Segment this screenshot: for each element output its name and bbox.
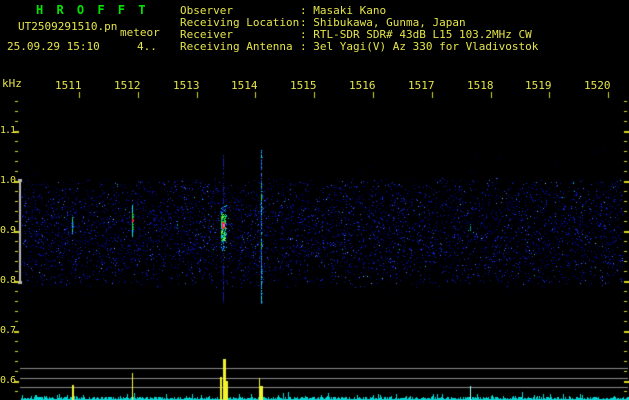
freq-axis-unit-label: kHz — [2, 77, 22, 90]
station-info: Observer: Masaki Kano Receiving Location:… — [0, 0, 629, 60]
hrofft-window: H R O F F T UT2509291510.pn meteor 25.09… — [0, 0, 629, 400]
spectrogram-canvas — [0, 0, 629, 400]
time-axis-label: 1517 — [408, 79, 435, 92]
info-label: Receiving Antenna — [180, 40, 293, 53]
time-axis-label: 1513 — [173, 79, 200, 92]
time-axis-label: 1514 — [231, 79, 258, 92]
time-axis-label: 1518 — [467, 79, 494, 92]
time-axis-label: 1512 — [114, 79, 141, 92]
freq-axis-label: 0.8 — [0, 275, 16, 286]
freq-axis-label: 1.1 — [0, 125, 16, 136]
freq-axis-label: 0.6 — [0, 375, 16, 386]
freq-axis-label: 0.9 — [0, 225, 16, 236]
time-axis-label: 1511 — [55, 79, 82, 92]
time-axis-label: 1515 — [290, 79, 317, 92]
info-value: : 3el Yagi(V) Az 330 for Vladivostok — [300, 40, 539, 53]
time-axis-label: 1520 — [584, 79, 611, 92]
freq-axis-label: 0.7 — [0, 325, 16, 336]
time-axis-label: 1519 — [525, 79, 552, 92]
freq-axis-label: 1.0 — [0, 175, 16, 186]
time-axis-label: 1516 — [349, 79, 376, 92]
